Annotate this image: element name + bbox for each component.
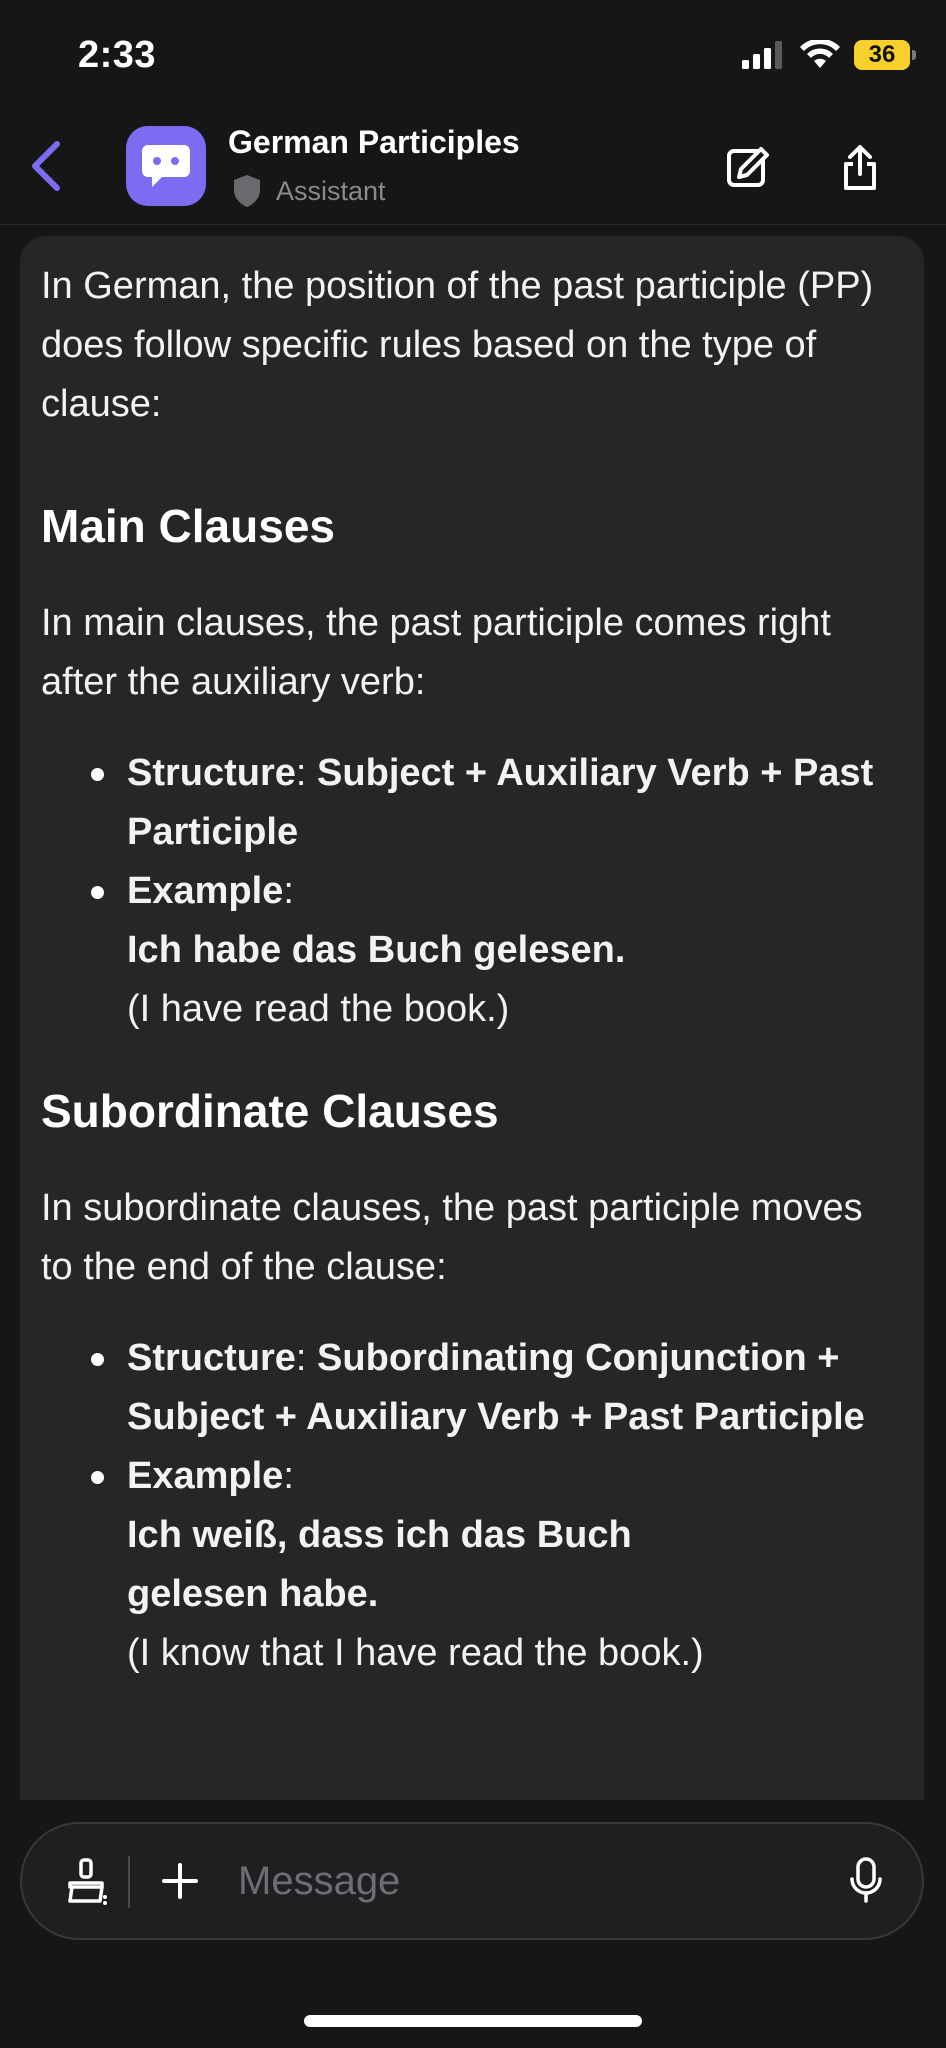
message-content: In German, the position of the past part… [20,236,924,1683]
voice-input-button[interactable] [838,1853,894,1909]
battery-indicator: 36 [854,40,916,70]
chat-title[interactable]: German Participles [228,124,520,161]
example-label: Example [127,870,284,912]
brush-icon [68,1858,107,1905]
structure-label: Structure [127,1337,296,1379]
section-heading: Subordinate Clauses [41,1085,499,1137]
wifi-icon [800,40,840,68]
microphone-icon [850,1857,882,1903]
home-indicator[interactable] [304,2015,642,2027]
edit-icon [727,147,769,187]
section-paragraph: In main clauses, the past participle com… [41,602,831,703]
example-english: (I have read the book.) [127,988,510,1030]
shield-icon [234,175,260,207]
list-item: Structure: Subject + Auxiliary Verb + Pa… [41,744,903,862]
status-icons: 36 [742,40,916,70]
example-german: Ich weiß, dass ich das Buch gelesen habe… [127,1514,632,1615]
example-german: Ich habe das Buch gelesen. [127,929,626,971]
battery-level: 36 [868,41,896,68]
bullet-list: Structure: Subject + Auxiliary Verb + Pa… [41,744,903,1039]
section-heading: Main Clauses [41,500,335,552]
screen: 2:33 36 German Participles Assistant In … [0,0,946,2048]
share-button[interactable] [828,136,892,200]
clear-context-button[interactable] [58,1853,114,1909]
example-label: Example [127,1455,284,1497]
chevron-left-icon [32,141,60,191]
example-english: (I know that I have read the book.) [127,1632,704,1674]
chat-header: German Participles Assistant [0,110,946,225]
status-bar: 2:33 36 [0,0,946,110]
bot-avatar[interactable] [126,126,206,206]
status-time: 2:33 [78,34,157,76]
list-item: Example: Ich habe das Buch gelesen. (I h… [41,862,903,1039]
section-paragraph: In subordinate clauses, the past partici… [41,1187,863,1288]
edit-button[interactable] [716,136,780,200]
message-input[interactable] [238,1850,818,1912]
chat-bot-icon [142,145,190,187]
list-item: Example: Ich weiß, dass ich das Buch gel… [41,1447,903,1683]
bullet-list: Structure: Subordinating Conjunction + S… [41,1329,903,1683]
cellular-signal-icon [742,41,782,69]
list-item: Structure: Subordinating Conjunction + S… [41,1329,903,1447]
message-composer [20,1822,924,1940]
add-attachment-button[interactable] [152,1853,208,1909]
plus-icon [162,1863,198,1899]
structure-label: Structure [127,752,296,794]
assistant-label: Assistant [276,175,386,206]
intro-paragraph: In German, the position of the past part… [41,265,874,425]
back-button[interactable] [14,130,78,202]
chat-subtitle: Assistant [232,174,386,208]
composer-divider [128,1856,130,1908]
share-icon [844,145,876,190]
assistant-message: In German, the position of the past part… [20,236,924,1800]
